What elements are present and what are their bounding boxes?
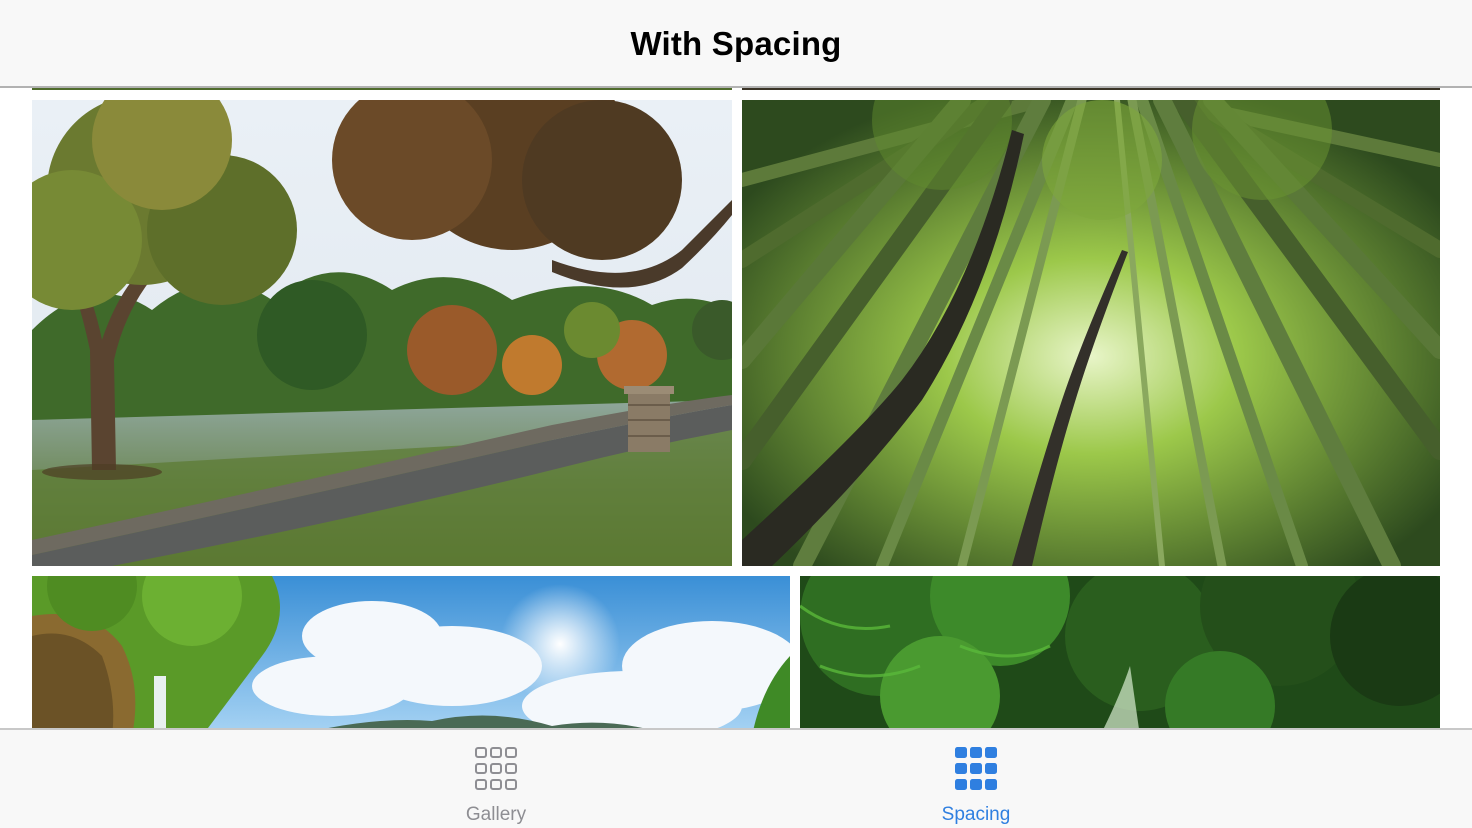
page-title: With Spacing — [630, 25, 842, 62]
app-window: With Spacing Gallery Spacing — [0, 0, 1472, 828]
photo-tile-park-path[interactable] — [32, 100, 732, 566]
photo-tile-jungle-canopy[interactable] — [800, 576, 1440, 728]
grid-outline-icon — [475, 747, 517, 790]
tab-bar: Gallery Spacing — [0, 728, 1472, 828]
photo-grid[interactable] — [0, 88, 1472, 728]
photo-tile-bamboo-forest[interactable] — [742, 100, 1440, 566]
photo-tile-waterfall-sky[interactable] — [32, 576, 790, 728]
tab-gallery-label: Gallery — [465, 804, 527, 825]
grid-filled-icon — [955, 747, 997, 790]
photo-tile-top-left-partial[interactable] — [32, 88, 732, 90]
tab-spacing[interactable]: Spacing — [876, 730, 1076, 828]
navigation-bar: With Spacing — [0, 0, 1472, 88]
tab-gallery[interactable]: Gallery — [396, 730, 596, 828]
photo-tile-top-right-partial[interactable] — [742, 88, 1440, 90]
tab-spacing-label: Spacing — [941, 804, 1011, 825]
